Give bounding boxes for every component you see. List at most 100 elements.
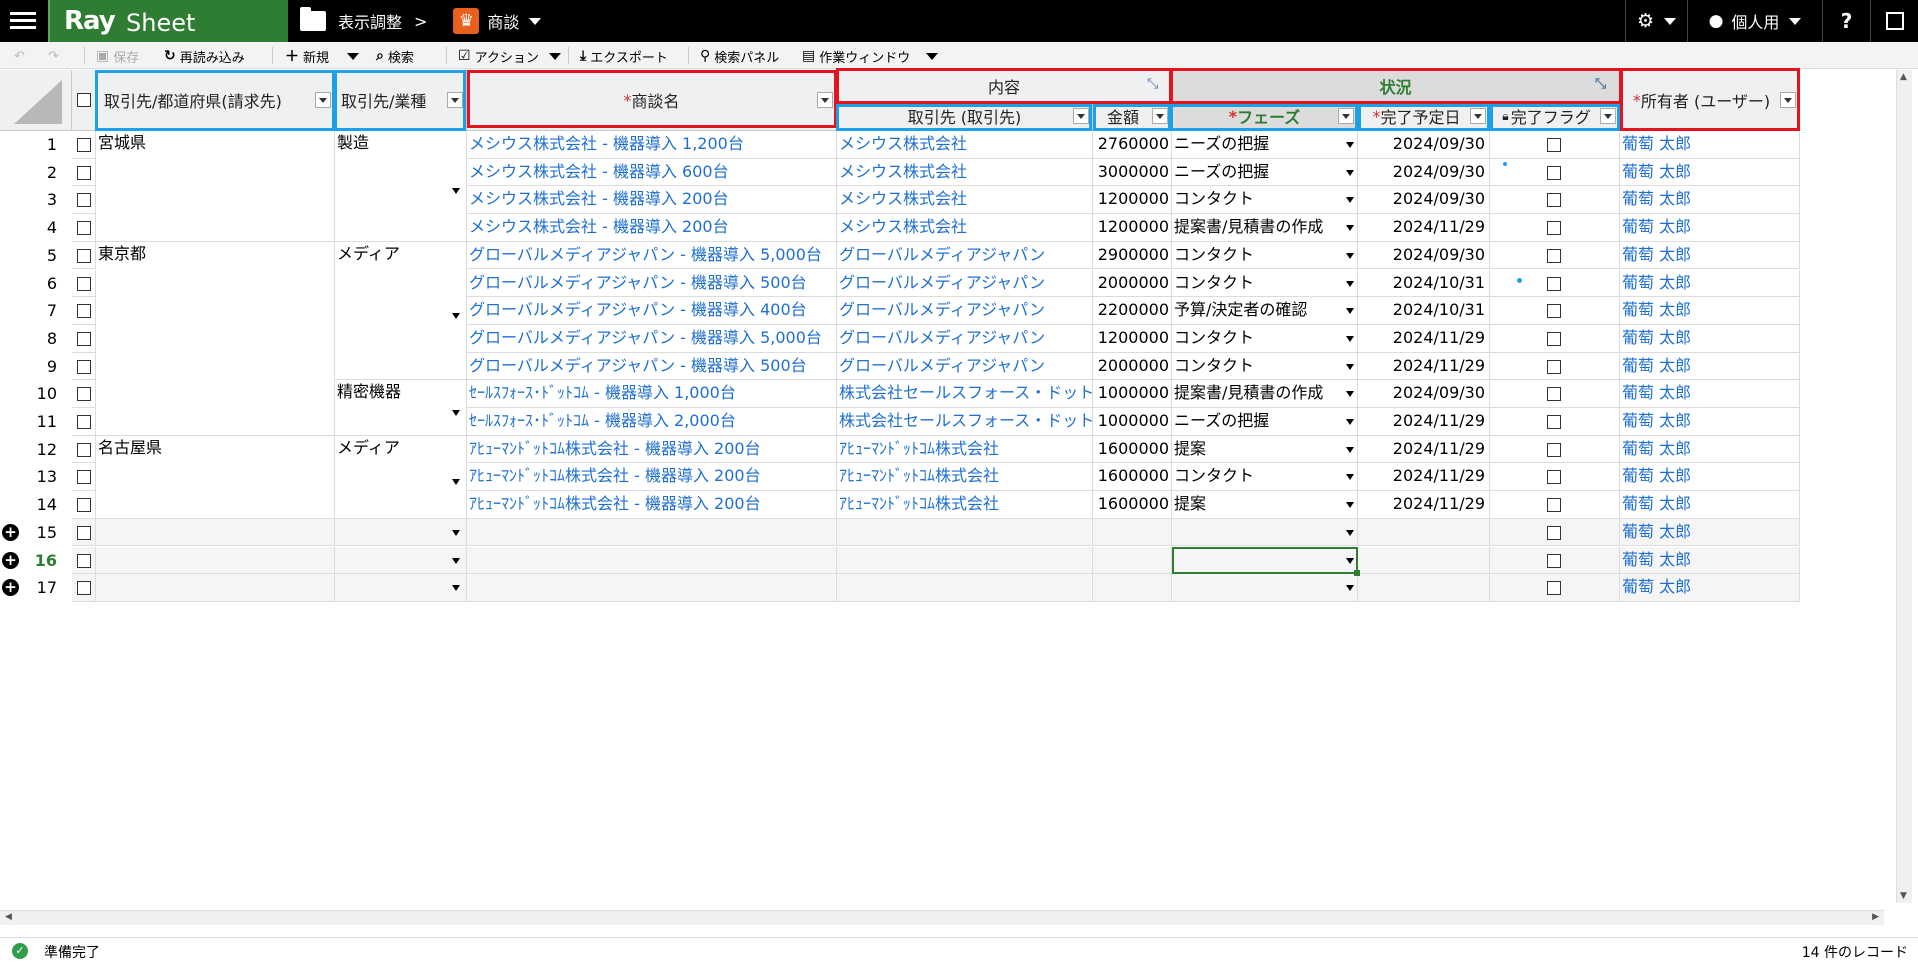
phase-dropdown-icon[interactable] — [1346, 252, 1354, 259]
done-flag-checkbox[interactable] — [1547, 193, 1561, 208]
row-checkbox[interactable] — [77, 165, 91, 180]
industry-cell[interactable]: メディア — [335, 435, 467, 519]
header-due-date[interactable]: * 完了予定日 — [1358, 102, 1490, 131]
owner-cell[interactable]: 葡萄 太郎 — [1620, 463, 1800, 492]
prefecture-cell[interactable]: 名古屋県 — [96, 435, 335, 519]
add-row-icon[interactable]: + — [2, 523, 19, 541]
collapse-icon[interactable]: ⤡ — [1147, 76, 1163, 92]
phase-cell[interactable]: ニーズの把握 — [1172, 408, 1358, 436]
industry-dropdown-icon[interactable] — [452, 410, 460, 416]
owner-cell[interactable]: 葡萄 太郎 — [1620, 324, 1800, 353]
phase-dropdown-icon[interactable] — [1346, 529, 1354, 536]
breadcrumb-page[interactable]: 商談 — [487, 9, 519, 33]
account-cell[interactable]: グローバルメディアジャパン — [837, 269, 1093, 298]
export-button[interactable]: ⤓ エクスポート — [580, 46, 668, 66]
due-date-cell[interactable] — [1358, 518, 1490, 547]
row-checkbox[interactable] — [77, 442, 91, 457]
phase-cell[interactable]: 予算/決定者の確認 — [1172, 297, 1358, 325]
due-date-cell[interactable] — [1358, 546, 1490, 575]
phase-cell[interactable] — [1172, 518, 1358, 547]
row-checkbox[interactable] — [77, 415, 91, 429]
deal-cell[interactable]: メシウス株式会社 - 機器導入 200台 — [467, 186, 837, 215]
row-checkbox[interactable] — [77, 331, 91, 346]
scroll-down-icon[interactable]: ▼ — [1900, 891, 1907, 901]
deal-cell[interactable] — [467, 574, 837, 602]
done-flag-checkbox[interactable] — [1547, 276, 1561, 291]
account-cell[interactable]: ｱﾋｭｰﾏﾝﾄﾞｯﾄｺﾑ株式会社 — [837, 491, 1093, 519]
header-amount[interactable]: 金額 — [1093, 102, 1172, 131]
phase-dropdown-icon[interactable] — [1346, 225, 1354, 232]
industry-cell[interactable]: メディア — [335, 241, 467, 381]
active-cell-selection[interactable] — [1172, 546, 1358, 575]
industry-cell[interactable]: 製造 — [335, 131, 467, 242]
deal-cell[interactable]: メシウス株式会社 - 機器導入 1,200台 — [467, 131, 837, 159]
account-cell[interactable]: グローバルメディアジャパン — [837, 241, 1093, 270]
phase-cell[interactable]: コンタクト — [1172, 324, 1358, 353]
prefecture-cell[interactable]: 宮城県 — [96, 131, 335, 242]
filter-button[interactable] — [1073, 108, 1089, 124]
breadcrumb-folder[interactable]: 表示調整 — [338, 9, 402, 33]
save-button[interactable]: ▣ 保存 — [96, 46, 139, 66]
user-menu-button[interactable]: ● 個人用 — [1687, 0, 1822, 42]
row-checkbox[interactable] — [77, 304, 91, 319]
horizontal-scrollbar[interactable]: ◀ ▶ — [0, 910, 1884, 925]
phase-cell[interactable]: ニーズの把握 — [1172, 158, 1358, 187]
header-owner[interactable]: * 所有者 (ユーザー) — [1620, 70, 1800, 131]
phase-cell[interactable]: 提案 — [1172, 491, 1358, 519]
amount-cell[interactable] — [1093, 546, 1172, 575]
due-date-cell[interactable]: 2024/09/30 — [1358, 380, 1490, 408]
industry-dropdown-icon[interactable] — [452, 313, 460, 320]
phase-dropdown-icon[interactable] — [1346, 308, 1354, 315]
account-cell[interactable]: ｱﾋｭｰﾏﾝﾄﾞｯﾄｺﾑ株式会社 — [837, 463, 1093, 492]
account-cell[interactable]: グローバルメディアジャパン — [837, 352, 1093, 381]
scroll-up-icon[interactable]: ▲ — [1900, 72, 1907, 82]
sort-filter-button[interactable] — [447, 92, 463, 108]
phase-cell[interactable]: ニーズの把握 — [1172, 131, 1358, 159]
done-flag-checkbox[interactable] — [1547, 442, 1561, 457]
done-flag-checkbox[interactable] — [1547, 359, 1561, 374]
row-checkbox[interactable] — [77, 470, 91, 485]
phase-cell[interactable]: コンタクト — [1172, 352, 1358, 381]
vertical-scrollbar[interactable]: ▲ ▼ — [1896, 70, 1912, 903]
due-date-cell[interactable]: 2024/11/29 — [1358, 463, 1490, 492]
due-date-cell[interactable]: 2024/11/29 — [1358, 408, 1490, 436]
scroll-right-icon[interactable]: ▶ — [1872, 912, 1879, 922]
undo-button[interactable]: ↶ — [14, 46, 25, 66]
amount-cell[interactable]: 1200000 — [1093, 214, 1172, 242]
amount-cell[interactable]: 1200000 — [1093, 324, 1172, 353]
deal-cell[interactable]: ｱﾋｭｰﾏﾝﾄﾞｯﾄｺﾑ株式会社 - 機器導入 200台 — [467, 491, 837, 519]
phase-dropdown-icon[interactable] — [1346, 474, 1354, 481]
owner-cell[interactable]: 葡萄 太郎 — [1620, 491, 1800, 519]
row-checkbox[interactable] — [77, 359, 91, 374]
owner-cell[interactable]: 葡萄 太郎 — [1620, 352, 1800, 381]
account-cell[interactable]: メシウス株式会社 — [837, 158, 1093, 187]
deal-cell[interactable]: メシウス株式会社 - 機器導入 600台 — [467, 158, 837, 187]
owner-cell[interactable]: 葡萄 太郎 — [1620, 408, 1800, 436]
owner-cell[interactable]: 葡萄 太郎 — [1620, 269, 1800, 298]
deal-cell[interactable]: グローバルメディアジャパン - 機器導入 5,000台 — [467, 241, 837, 270]
amount-cell[interactable]: 3000000 — [1093, 158, 1172, 187]
due-date-cell[interactable]: 2024/09/30 — [1358, 158, 1490, 187]
account-cell[interactable]: メシウス株式会社 — [837, 186, 1093, 215]
done-flag-checkbox[interactable] — [1547, 525, 1561, 540]
phase-dropdown-icon[interactable] — [1346, 142, 1354, 148]
done-flag-checkbox[interactable] — [1547, 387, 1561, 402]
account-cell[interactable] — [837, 574, 1093, 602]
amount-cell[interactable]: 1200000 — [1093, 186, 1172, 215]
owner-cell[interactable]: 葡萄 太郎 — [1620, 186, 1800, 215]
account-cell[interactable]: メシウス株式会社 — [837, 131, 1093, 159]
row-checkbox[interactable] — [77, 248, 91, 263]
help-button[interactable]: ? — [1822, 0, 1870, 42]
owner-cell[interactable]: 葡萄 太郎 — [1620, 158, 1800, 187]
work-window-button[interactable]: ▤ 作業ウィンドウ — [802, 46, 939, 66]
industry-cell[interactable] — [335, 518, 467, 547]
due-date-cell[interactable]: 2024/09/30 — [1358, 131, 1490, 159]
account-cell[interactable]: グローバルメディアジャパン — [837, 297, 1093, 325]
owner-cell[interactable]: 葡萄 太郎 — [1620, 241, 1800, 270]
search-button[interactable]: ⌕ 検索 — [376, 46, 414, 66]
header-industry[interactable]: 取引先/業種 — [335, 70, 467, 131]
header-account[interactable]: 取引先 (取引先) — [837, 102, 1093, 131]
row-checkbox[interactable] — [77, 498, 91, 513]
account-cell[interactable]: ｱﾋｭｰﾏﾝﾄﾞｯﾄｺﾑ株式会社 — [837, 435, 1093, 464]
collapse-icon[interactable]: ⤡ — [1595, 76, 1611, 92]
